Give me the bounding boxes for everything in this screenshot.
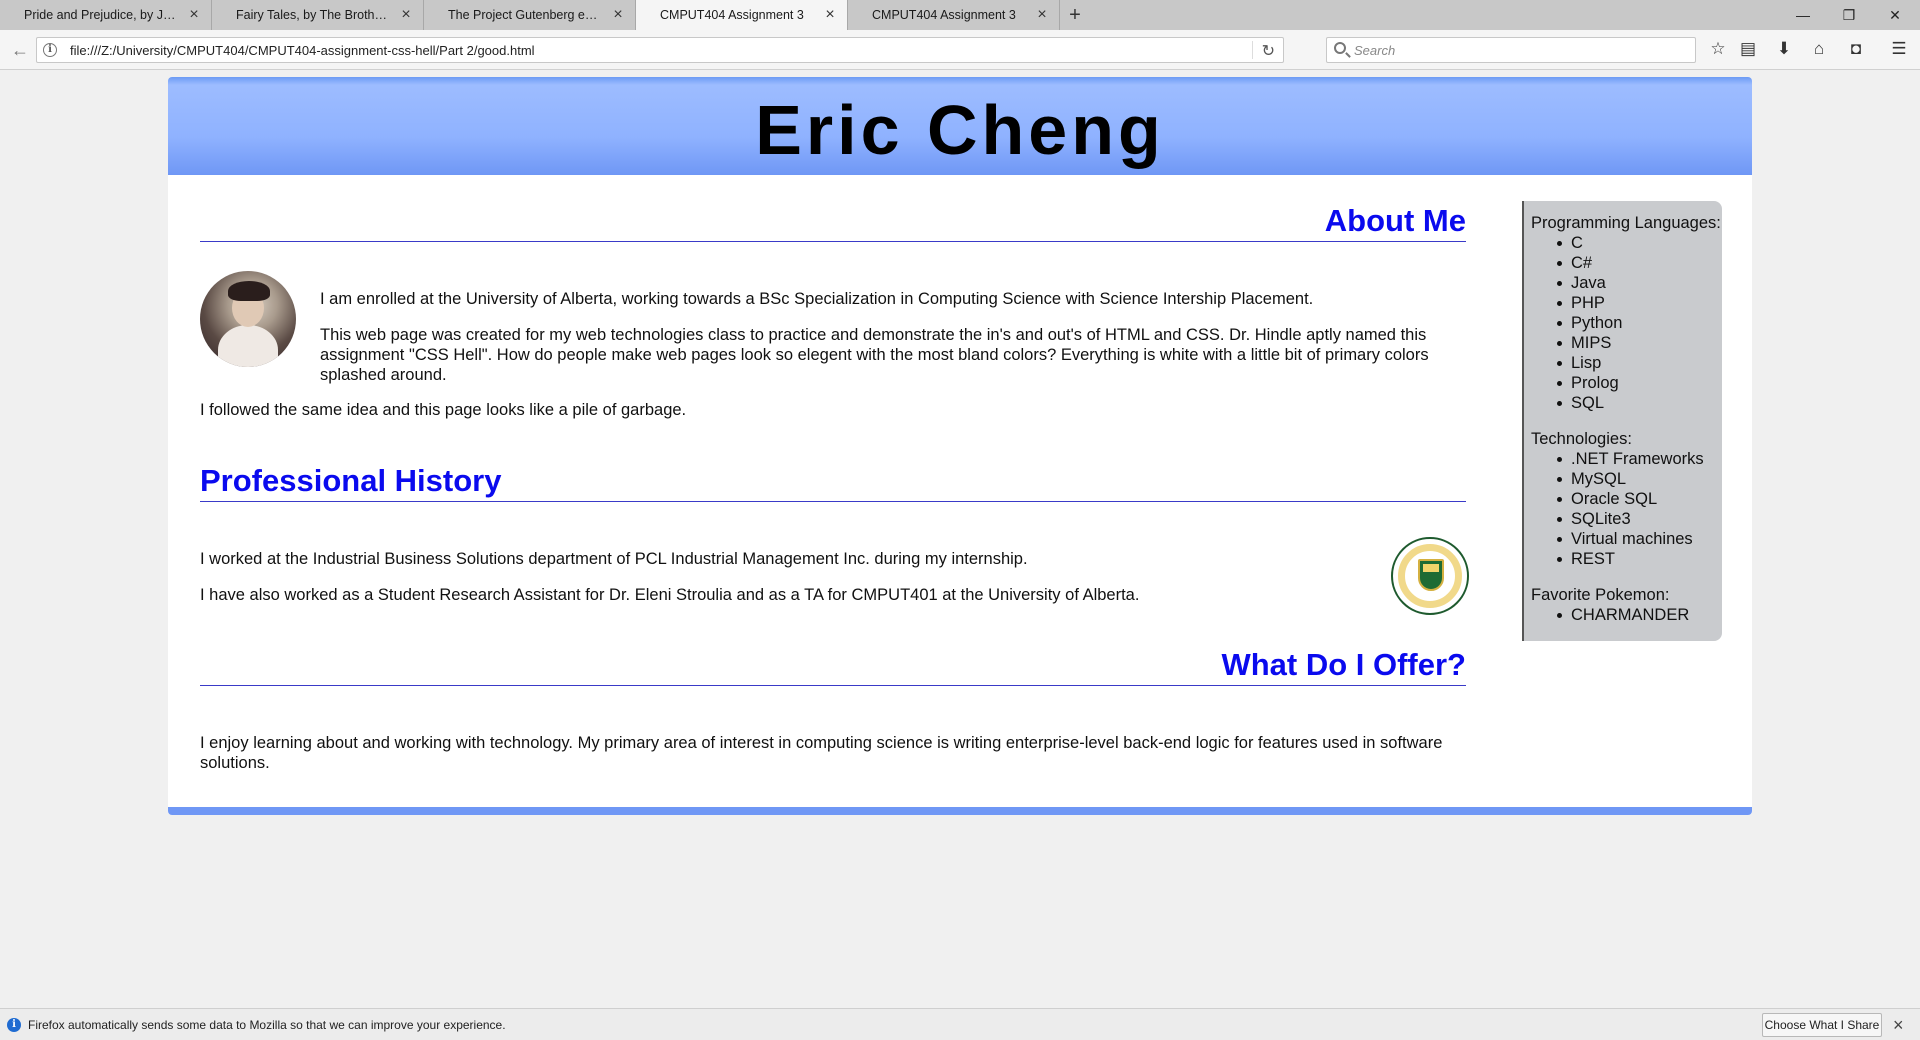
hamburger-menu-icon[interactable]: ☰	[1888, 38, 1910, 60]
tab-title: CMPUT404 Assignment 3	[872, 8, 1016, 22]
languages-label: Programming Languages:	[1531, 214, 1721, 232]
tab-gutenberg-ebook[interactable]: The Project Gutenberg eBook ... ×	[424, 0, 636, 30]
about-paragraph-2: This web page was created for my web tec…	[320, 326, 1429, 384]
technology-item: SQLite3	[1531, 509, 1722, 529]
home-icon[interactable]: ⌂	[1808, 38, 1830, 60]
page-container: Eric Cheng About Me I am enrolled at the…	[168, 77, 1752, 815]
bookmarks-menu-icon[interactable]: ▤	[1737, 38, 1759, 60]
divider	[1252, 41, 1253, 59]
offer-heading: What Do I Offer?	[200, 647, 1466, 686]
history-paragraph-1: I worked at the Industrial Business Solu…	[200, 550, 1028, 568]
tab-cmput404[interactable]: CMPUT404 Assignment 3 ×	[848, 0, 1060, 30]
close-window-icon[interactable]: ✕	[1872, 0, 1918, 30]
languages-list: C C# Java PHP Python MIPS Lisp Prolog SQ…	[1531, 233, 1722, 413]
close-tab-icon[interactable]: ×	[611, 7, 625, 23]
page-header: Eric Cheng	[168, 77, 1752, 175]
download-icon[interactable]: ⬇	[1773, 38, 1795, 60]
about-paragraph-3: I followed the same idea and this page l…	[200, 401, 687, 419]
info-icon: i	[7, 1018, 21, 1032]
technology-item: Oracle SQL	[1531, 489, 1722, 509]
tab-title: Pride and Prejudice, by Jane A...	[24, 8, 181, 22]
language-item: MIPS	[1531, 333, 1722, 353]
language-item: Lisp	[1531, 353, 1722, 373]
close-tab-icon[interactable]: ×	[187, 7, 201, 23]
search-placeholder: Search	[1354, 43, 1396, 58]
skills-sidebar: Programming Languages: C C# Java PHP Pyt…	[1522, 201, 1722, 641]
technology-item: .NET Frameworks	[1531, 449, 1722, 469]
bookmark-star-icon[interactable]: ☆	[1707, 38, 1729, 60]
avatar-body	[218, 325, 278, 367]
close-tab-icon[interactable]: ×	[1035, 7, 1049, 23]
history-paragraph-2: I have also worked as a Student Research…	[200, 586, 1140, 604]
tab-title: Fairy Tales, by The Brothers Gr...	[236, 8, 393, 22]
minimize-icon[interactable]: —	[1780, 0, 1826, 30]
tab-bar: Pride and Prejudice, by Jane A... × Fair…	[0, 0, 1920, 30]
close-tab-icon[interactable]: ×	[823, 7, 837, 23]
info-icon[interactable]: i	[43, 43, 57, 57]
pokemon-label: Favorite Pokemon:	[1531, 586, 1670, 604]
notification-bar: i Firefox automatically sends some data …	[0, 1008, 1920, 1040]
offer-paragraph: I enjoy learning about and working with …	[200, 734, 1443, 772]
logo-shield-band	[1423, 564, 1439, 572]
tab-cmput404-active[interactable]: CMPUT404 Assignment 3 ×	[636, 0, 848, 30]
technologies-list: .NET Frameworks MySQL Oracle SQL SQLite3…	[1531, 449, 1722, 569]
pokemon-item: CHARMANDER	[1531, 605, 1722, 625]
page-title: Eric Cheng	[755, 91, 1165, 169]
profile-avatar	[200, 271, 296, 367]
url-text[interactable]: file:///Z:/University/CMPUT404/CMPUT404-…	[70, 43, 535, 58]
search-icon	[1334, 42, 1346, 54]
technologies-label: Technologies:	[1531, 430, 1632, 448]
back-arrow-icon[interactable]: ←	[8, 39, 32, 61]
language-item: Java	[1531, 273, 1722, 293]
page-footer-bar	[168, 807, 1752, 815]
tab-fairy-tales[interactable]: Fairy Tales, by The Brothers Gr... ×	[212, 0, 424, 30]
language-item: C	[1531, 233, 1722, 253]
technology-item: REST	[1531, 549, 1722, 569]
page-viewport: Eric Cheng About Me I am enrolled at the…	[0, 70, 1920, 1008]
about-heading: About Me	[200, 203, 1466, 242]
language-item: Python	[1531, 313, 1722, 333]
reload-icon[interactable]: ↻	[1262, 41, 1275, 61]
restore-icon[interactable]: ❐	[1826, 0, 1872, 30]
choose-what-i-share-button[interactable]: Choose What I Share	[1762, 1013, 1882, 1037]
language-item: Prolog	[1531, 373, 1722, 393]
close-icon[interactable]: ×	[1893, 1015, 1904, 1035]
technology-item: MySQL	[1531, 469, 1722, 489]
pocket-icon[interactable]: ◘	[1845, 38, 1867, 60]
notification-text: Firefox automatically sends some data to…	[28, 1018, 506, 1032]
search-input[interactable]: Search	[1326, 37, 1696, 63]
tab-title: CMPUT404 Assignment 3	[660, 8, 804, 22]
avatar-hair	[228, 281, 270, 301]
university-logo	[1391, 537, 1469, 615]
language-item: SQL	[1531, 393, 1722, 413]
address-bar[interactable]: i file:///Z:/University/CMPUT404/CMPUT40…	[36, 37, 1284, 63]
close-tab-icon[interactable]: ×	[399, 7, 413, 23]
logo-shield	[1418, 559, 1444, 591]
pokemon-list: CHARMANDER	[1531, 605, 1722, 625]
language-item: PHP	[1531, 293, 1722, 313]
new-tab-button[interactable]: +	[1060, 0, 1090, 30]
navigation-bar: ← i file:///Z:/University/CMPUT404/CMPUT…	[0, 30, 1920, 70]
tab-pride-and-prejudice[interactable]: Pride and Prejudice, by Jane A... ×	[0, 0, 212, 30]
tab-title: The Project Gutenberg eBook ...	[448, 8, 605, 22]
language-item: C#	[1531, 253, 1722, 273]
technology-item: Virtual machines	[1531, 529, 1722, 549]
history-heading: Professional History	[200, 463, 1466, 502]
about-paragraph-1: I am enrolled at the University of Alber…	[320, 290, 1314, 308]
